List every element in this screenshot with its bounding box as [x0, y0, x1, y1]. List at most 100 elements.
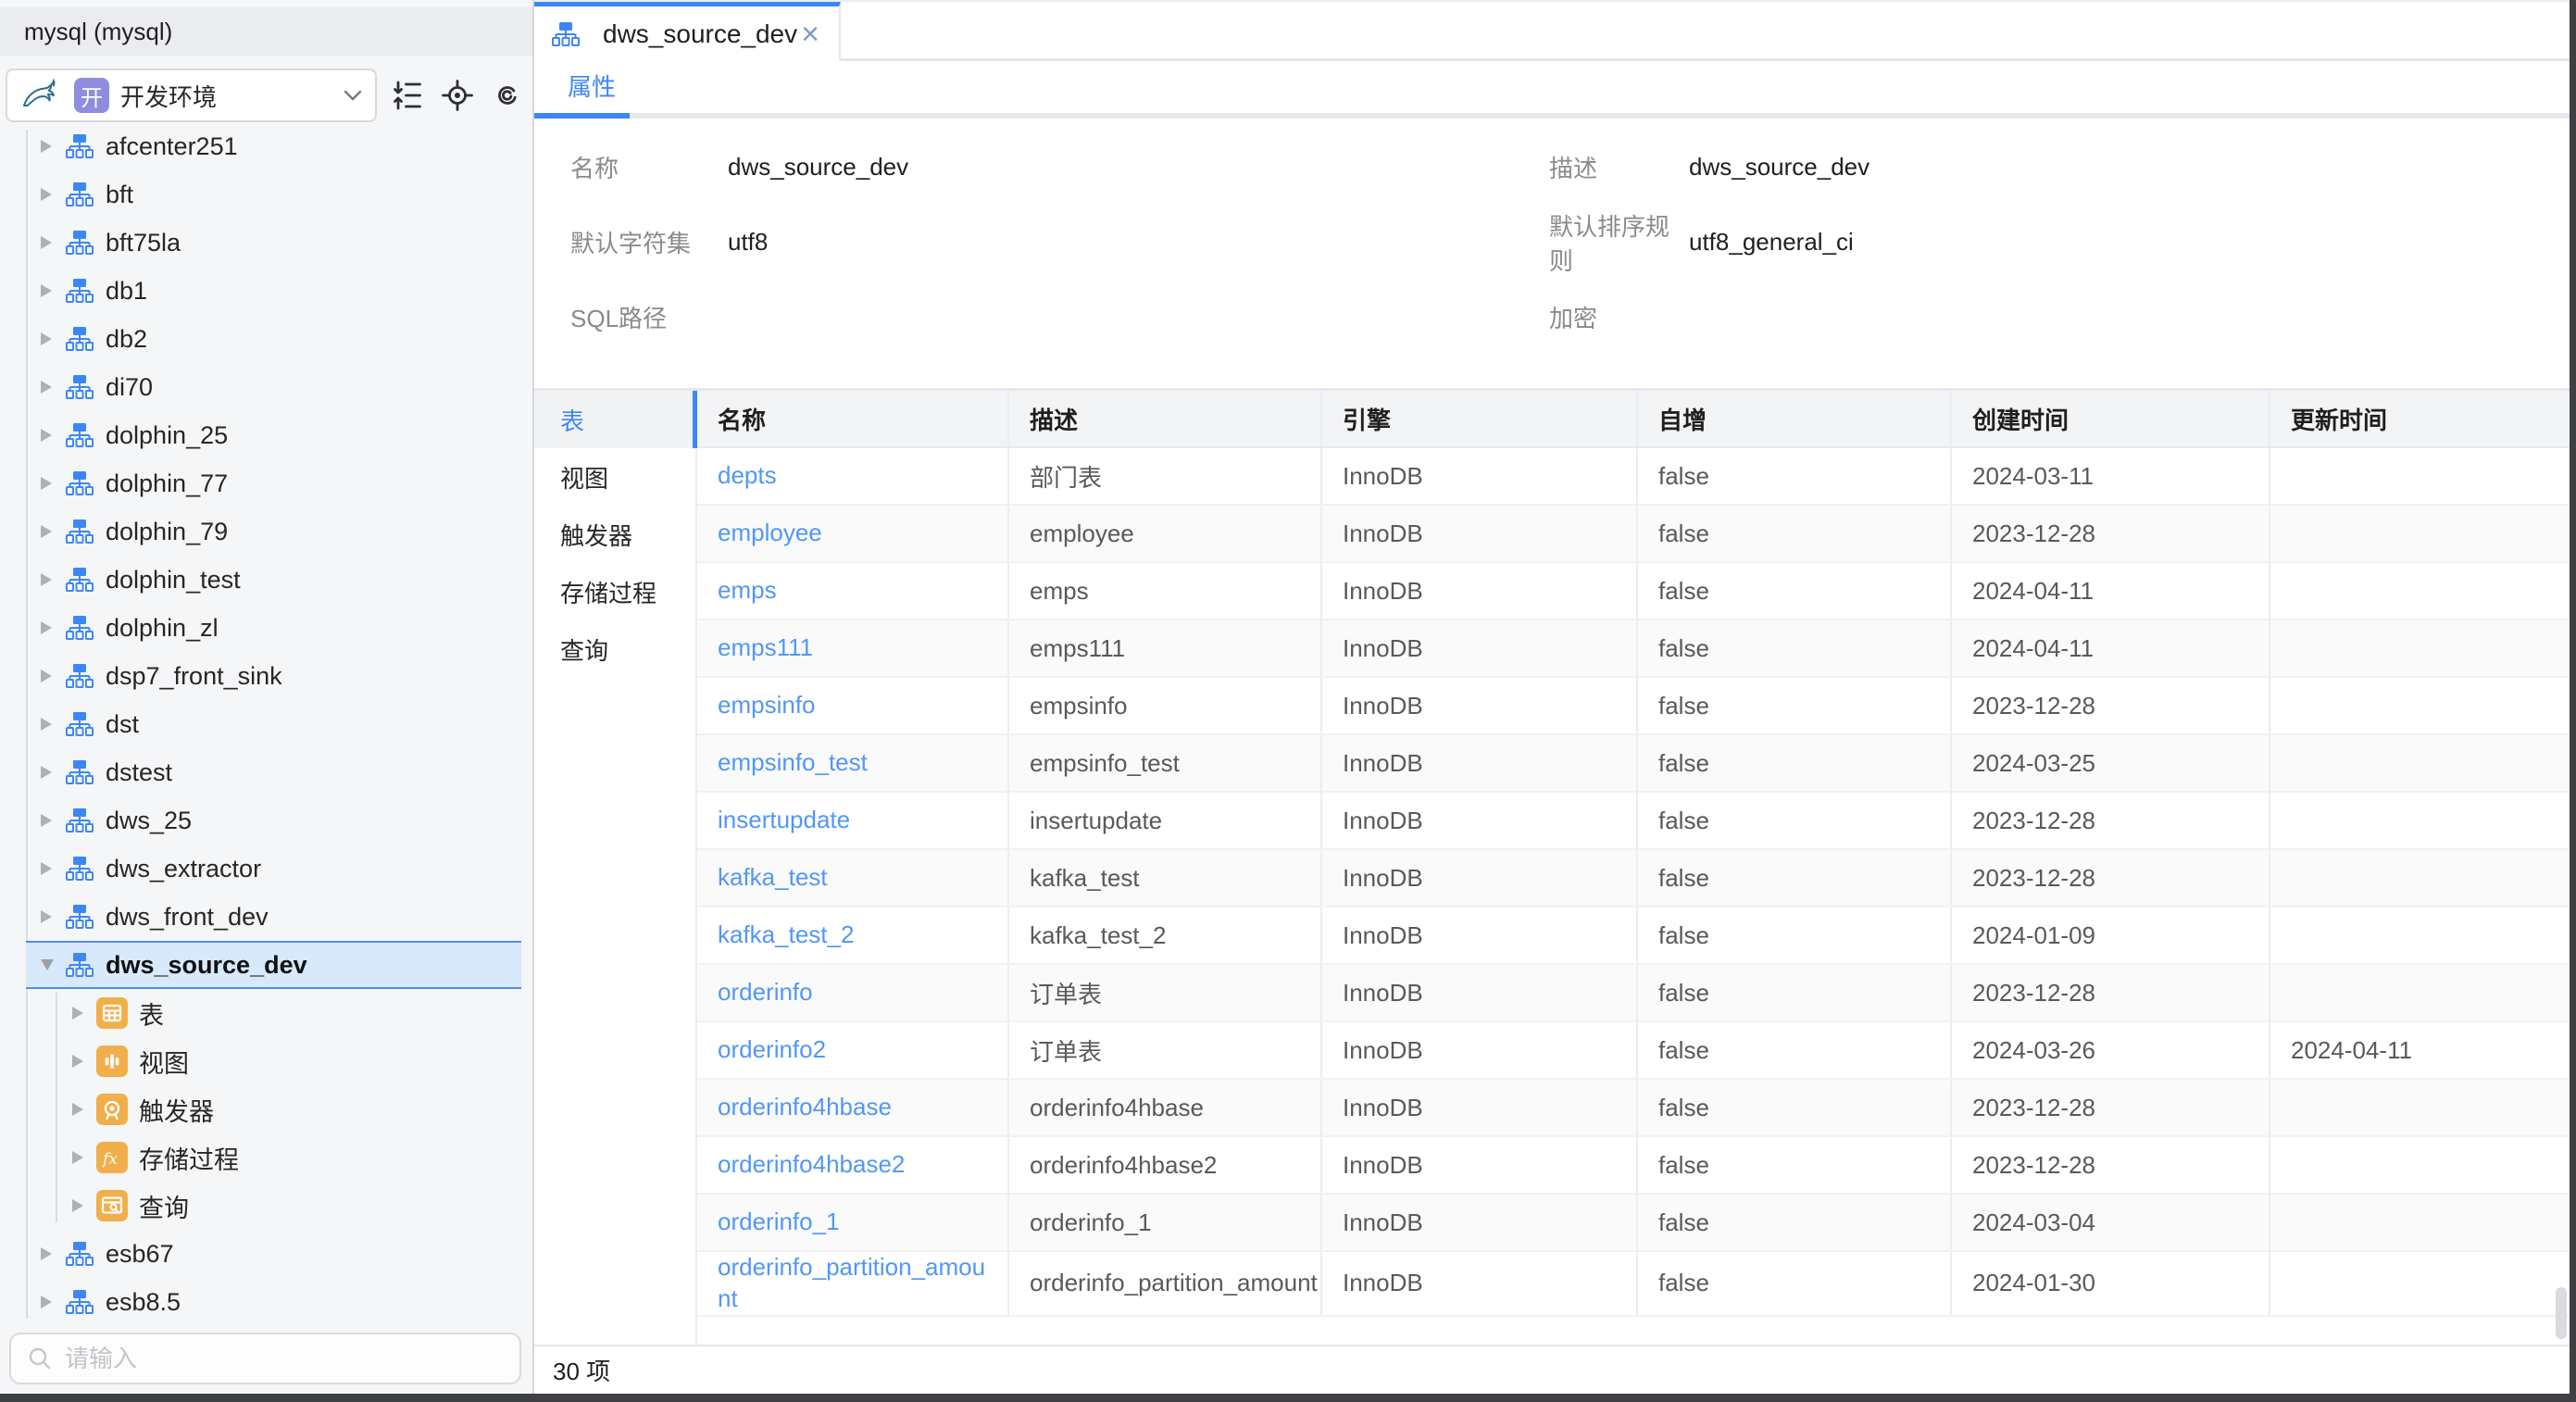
- caret-collapsed-icon[interactable]: [41, 766, 52, 779]
- sidebar-item-dws_front_dev[interactable]: dws_front_dev: [26, 893, 521, 941]
- caret-collapsed-icon[interactable]: [72, 1007, 83, 1020]
- sidebar-item-dolphin_25[interactable]: dolphin_25: [26, 411, 521, 459]
- sidebar-item-dws_extractor[interactable]: dws_extractor: [26, 845, 521, 893]
- caret-collapsed-icon[interactable]: [41, 1247, 52, 1260]
- environment-selector[interactable]: 开 开发环境: [6, 69, 377, 122]
- table-name-link[interactable]: orderinfo4hbase: [697, 1080, 1009, 1135]
- caret-collapsed-icon[interactable]: [41, 477, 52, 490]
- sidebar-item-label: dws_front_dev: [106, 902, 269, 931]
- sidebar-item-视图[interactable]: 视图: [26, 1037, 521, 1085]
- caret-collapsed-icon[interactable]: [41, 1296, 52, 1308]
- side-tab-视图[interactable]: 视图: [534, 448, 695, 506]
- caret-collapsed-icon[interactable]: [41, 525, 52, 538]
- caret-collapsed-icon[interactable]: [41, 573, 52, 586]
- caret-collapsed-icon[interactable]: [41, 429, 52, 442]
- scrollbar-thumb[interactable]: [2556, 1287, 2567, 1339]
- table-cell: false: [1638, 506, 1952, 561]
- table-cell: orderinfo4hbase2: [1009, 1137, 1322, 1193]
- table-row: emps111 emps111 InnoDB false 2024-04-11: [697, 620, 2570, 678]
- sidebar-item-dolphin_77[interactable]: dolphin_77: [26, 459, 521, 507]
- sidebar-item-label: dws_extractor: [106, 854, 262, 883]
- caret-collapsed-icon[interactable]: [41, 140, 52, 153]
- sidebar-item-di70[interactable]: di70: [26, 363, 521, 411]
- tab-dws-source-dev[interactable]: dws_source_dev ×: [534, 2, 841, 61]
- sidebar-item-dws_source_dev[interactable]: dws_source_dev: [26, 941, 521, 989]
- table-cell: kafka_test_2: [1009, 908, 1322, 963]
- caret-collapsed-icon[interactable]: [41, 332, 52, 345]
- close-icon[interactable]: ×: [797, 19, 823, 50]
- table-cell: InnoDB: [1322, 1137, 1638, 1193]
- table-name-link[interactable]: emps111: [697, 620, 1009, 676]
- caret-collapsed-icon[interactable]: [41, 236, 52, 249]
- caret-collapsed-icon[interactable]: [72, 1151, 83, 1164]
- caret-expanded-icon[interactable]: [41, 959, 54, 970]
- caret-collapsed-icon[interactable]: [41, 670, 52, 682]
- sidebar-item-查询[interactable]: 查询: [26, 1182, 521, 1230]
- tab-properties[interactable]: 属性: [568, 61, 616, 113]
- table-name-link[interactable]: kafka_test_2: [697, 908, 1009, 963]
- sidebar-item-esb8.5[interactable]: esb8.5: [26, 1278, 521, 1325]
- property-value: utf8: [728, 228, 769, 256]
- sidebar-item-bft75la[interactable]: bft75la: [26, 219, 521, 267]
- sidebar-item-dolphin_test[interactable]: dolphin_test: [26, 556, 521, 604]
- sidebar-item-触发器[interactable]: 触发器: [26, 1085, 521, 1133]
- db-icon: [65, 902, 94, 932]
- property-row: 名称 dws_source_dev 描述 dws_source_dev: [534, 130, 2570, 205]
- sidebar-item-dstest[interactable]: dstest: [26, 748, 521, 796]
- table-name-link[interactable]: insertupdate: [697, 793, 1009, 848]
- caret-collapsed-icon[interactable]: [41, 188, 52, 201]
- caret-collapsed-icon[interactable]: [41, 718, 52, 731]
- sidebar-item-afcenter251[interactable]: afcenter251: [26, 122, 521, 170]
- caret-collapsed-icon[interactable]: [72, 1103, 83, 1116]
- table-name-link[interactable]: orderinfo4hbase2: [697, 1137, 1009, 1193]
- window-bottom-edge: [0, 1394, 2576, 1402]
- table-name-link[interactable]: orderinfo_1: [697, 1195, 1009, 1250]
- caret-collapsed-icon[interactable]: [72, 1055, 83, 1068]
- property-value: utf8_general_ci: [1689, 228, 1854, 256]
- link-icon[interactable]: [490, 78, 525, 113]
- db-icon: [551, 19, 581, 49]
- db-icon: [65, 709, 94, 739]
- caret-collapsed-icon[interactable]: [41, 814, 52, 827]
- sidebar-item-dolphin_zl[interactable]: dolphin_zl: [26, 604, 521, 652]
- caret-collapsed-icon[interactable]: [72, 1199, 83, 1212]
- side-tab-表[interactable]: 表: [534, 391, 697, 448]
- table-name-link[interactable]: empsinfo: [697, 678, 1009, 733]
- side-tab-存储过程[interactable]: 存储过程: [534, 563, 695, 620]
- side-tab-查询[interactable]: 查询: [534, 620, 695, 678]
- table-cell: orderinfo_1: [1009, 1195, 1322, 1250]
- search-input[interactable]: [65, 1344, 505, 1373]
- sidebar-item-bft[interactable]: bft: [26, 170, 521, 219]
- table-name-link[interactable]: orderinfo_partition_amount: [697, 1252, 1009, 1315]
- table-name-link[interactable]: orderinfo: [697, 965, 1009, 1020]
- tree-search: [9, 1333, 521, 1384]
- table-name-link[interactable]: kafka_test: [697, 850, 1009, 906]
- table-name-link[interactable]: orderinfo2: [697, 1022, 1009, 1078]
- sidebar-item-db2[interactable]: db2: [26, 315, 521, 363]
- sidebar-item-存储过程[interactable]: fx 存储过程: [26, 1133, 521, 1182]
- locate-icon[interactable]: [440, 78, 475, 113]
- table-cell: 2024-03-04: [1952, 1195, 2270, 1250]
- side-tab-触发器[interactable]: 触发器: [534, 506, 695, 563]
- sidebar-item-dsp7_front_sink[interactable]: dsp7_front_sink: [26, 652, 521, 700]
- table-cell: 2023-12-28: [1952, 793, 2270, 848]
- table-name-link[interactable]: employee: [697, 506, 1009, 561]
- caret-collapsed-icon[interactable]: [41, 621, 52, 634]
- sidebar-item-esb67[interactable]: esb67: [26, 1230, 521, 1278]
- db-icon: [65, 661, 94, 691]
- sidebar-item-db1[interactable]: db1: [26, 267, 521, 315]
- sidebar-item-dst[interactable]: dst: [26, 700, 521, 748]
- caret-collapsed-icon[interactable]: [41, 284, 52, 297]
- table-name-link[interactable]: emps: [697, 563, 1009, 619]
- caret-collapsed-icon[interactable]: [41, 862, 52, 875]
- sidebar-item-表[interactable]: 表: [26, 989, 521, 1037]
- table-name-link[interactable]: depts: [697, 448, 1009, 504]
- grid-header: 名称 描述 引擎 自增 创建时间 更新时间: [697, 391, 2570, 448]
- table-name-link[interactable]: empsinfo_test: [697, 735, 1009, 791]
- sidebar-item-dolphin_79[interactable]: dolphin_79: [26, 507, 521, 556]
- caret-collapsed-icon[interactable]: [41, 910, 52, 923]
- table-row: kafka_test_2 kafka_test_2 InnoDB false 2024-…: [697, 908, 2570, 965]
- sidebar-item-dws_25[interactable]: dws_25: [26, 796, 521, 845]
- sort-icon[interactable]: [390, 78, 425, 113]
- caret-collapsed-icon[interactable]: [41, 381, 52, 394]
